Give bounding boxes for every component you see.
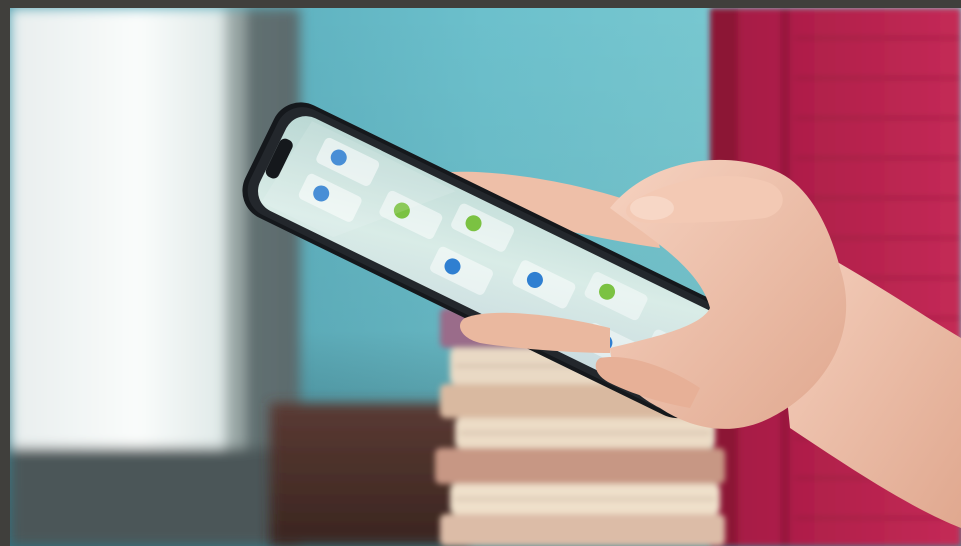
photo <box>10 8 961 546</box>
image-frame <box>0 0 961 546</box>
window <box>10 8 300 546</box>
thumbnail <box>630 196 674 220</box>
photo-illustration <box>10 8 961 546</box>
